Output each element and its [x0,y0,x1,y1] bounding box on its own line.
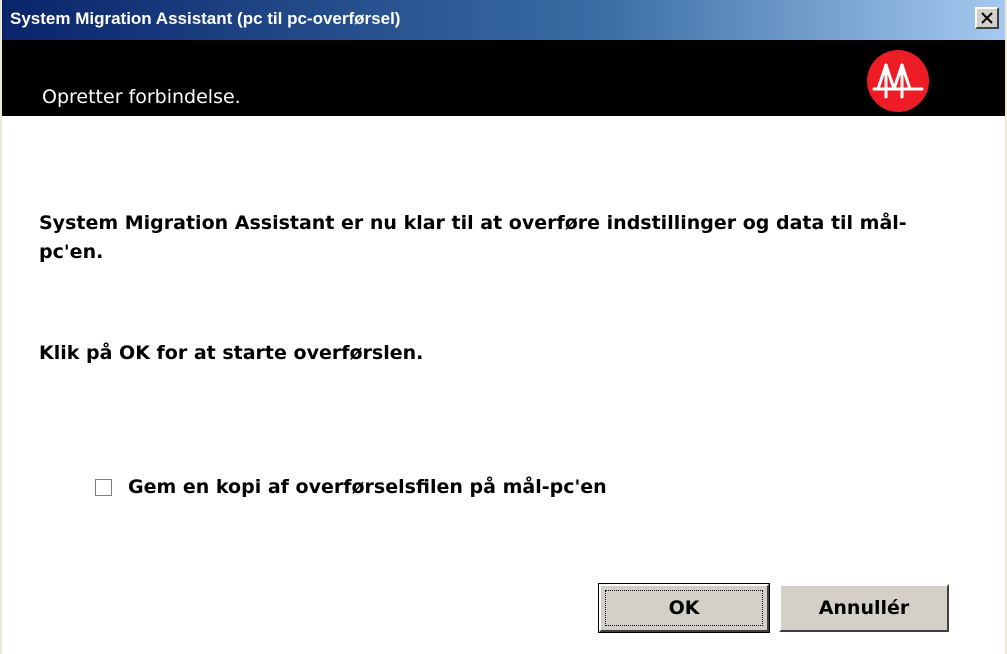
instruction-message: Klik på OK for at starte overførslen. [39,342,424,364]
cancel-button[interactable]: Annullér [779,584,949,632]
cancel-button-label: Annullér [818,597,910,619]
header-band: Opretter forbindelse. [2,40,1005,116]
window-title: System Migration Assistant (pc til pc-ov… [10,9,401,28]
close-icon [981,12,993,24]
focus-rectangle [605,590,763,626]
checkbox-unchecked-icon[interactable] [95,478,112,496]
title-bar[interactable]: System Migration Assistant (pc til pc-ov… [2,0,1005,40]
ready-message: System Migration Assistant er nu klar ti… [39,212,907,263]
ok-button[interactable]: OK [598,583,770,633]
close-button[interactable] [975,7,999,29]
save-copy-option[interactable]: Gem en kopi af overførselsfilen på mål-p… [95,476,607,498]
page-heading: Opretter forbindelse. [42,86,241,108]
save-copy-label[interactable]: Gem en kopi af overførselsfilen på mål-p… [128,476,607,498]
dialog-window: System Migration Assistant (pc til pc-ov… [0,0,1007,654]
migration-assistant-logo-icon [867,50,929,112]
